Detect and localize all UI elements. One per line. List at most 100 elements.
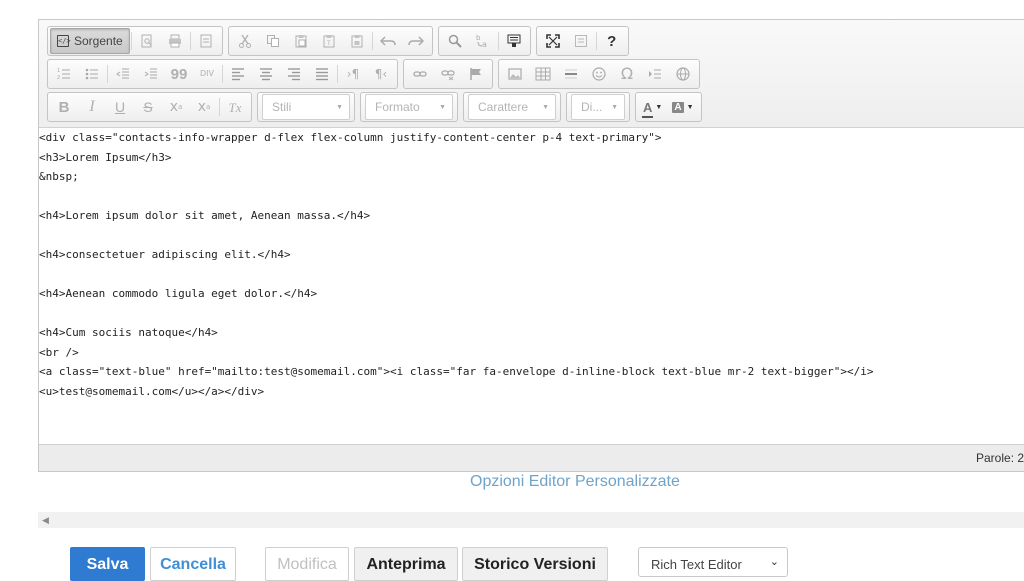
background-color-button[interactable]: A ▼ [667, 94, 698, 120]
subscript-icon[interactable]: xa [162, 94, 190, 120]
cut-icon[interactable] [231, 28, 259, 54]
size-dropdown[interactable]: Di... ▼ [571, 94, 625, 120]
separator [219, 98, 220, 116]
modify-button[interactable]: Modifica [265, 547, 349, 581]
styles-dropdown[interactable]: Stili ▼ [262, 94, 350, 120]
special-char-icon[interactable]: Ω [613, 61, 641, 87]
version-history-button[interactable]: Storico Versioni [462, 547, 608, 581]
superscript-icon[interactable]: xa [190, 94, 218, 120]
copy-icon[interactable] [259, 28, 287, 54]
underline-icon[interactable]: U [106, 94, 134, 120]
chevron-down-icon: ▼ [439, 103, 446, 111]
chevron-down-icon: ▼ [655, 103, 663, 111]
align-left-icon[interactable] [224, 61, 252, 87]
image-icon[interactable] [501, 61, 529, 87]
paste-text-icon[interactable]: T [315, 28, 343, 54]
maximize-icon[interactable] [539, 28, 567, 54]
select-all-icon[interactable] [500, 28, 528, 54]
size-combo-group: Di... ▼ [566, 92, 630, 122]
separator [222, 65, 223, 83]
find-group: ba [437, 26, 531, 56]
justify-icon[interactable] [308, 61, 336, 87]
iframe-globe-icon[interactable] [669, 61, 697, 87]
view-group: ? [535, 26, 629, 56]
numbered-list-icon[interactable]: 12 [50, 61, 78, 87]
chevron-down-icon: ▼ [686, 103, 694, 111]
paste-word-icon[interactable] [343, 28, 371, 54]
colors-group: A ▼ A ▼ [635, 92, 702, 122]
links-group [403, 59, 493, 89]
horizontal-scrollbar[interactable]: ◀ [38, 512, 1024, 528]
separator [107, 65, 108, 83]
save-button[interactable]: Salva [70, 547, 145, 581]
toolbar-row-3: B I U S xa xa Tx Stili ▼ Formato ▼ Carat… [47, 92, 707, 122]
source-icon: </> [57, 35, 71, 47]
remove-format-icon[interactable]: Tx [221, 94, 249, 120]
bulleted-list-icon[interactable] [78, 61, 106, 87]
blockquote-icon[interactable]: 99 [165, 61, 193, 87]
format-dropdown[interactable]: Formato ▼ [365, 94, 453, 120]
format-label: Formato [375, 100, 420, 114]
code-line: <br /> [39, 345, 79, 359]
cancel-button[interactable]: Cancella [150, 547, 236, 581]
page-break-icon[interactable] [641, 61, 669, 87]
clipboard-group: T [227, 26, 433, 56]
redo-icon[interactable] [402, 28, 430, 54]
div-container-icon[interactable]: DIV [193, 61, 221, 87]
code-line: &nbsp; [39, 170, 79, 183]
italic-icon[interactable]: I [78, 94, 106, 120]
editor-type-value: Rich Text Editor [651, 557, 742, 572]
source-button[interactable]: </> Sorgente [50, 28, 130, 54]
rich-text-editor: </> Sorgente T b a ? 1 2 99 DIV ›¶ ¶‹ Ω … [38, 19, 1024, 472]
svg-text:1: 1 [57, 68, 60, 74]
search-icon[interactable] [441, 28, 469, 54]
separator [189, 32, 191, 50]
templates-icon[interactable] [192, 28, 220, 54]
styles-label: Stili [272, 100, 292, 114]
indent-icon[interactable] [137, 61, 165, 87]
preview-button[interactable]: Anteprima [354, 547, 458, 581]
editor-toolbar: </> Sorgente T b a ? 1 2 99 DIV ›¶ ¶‹ Ω … [39, 20, 1024, 128]
document-group: </> Sorgente [47, 26, 223, 56]
ltr-icon[interactable]: ›¶ [339, 61, 367, 87]
paste-icon[interactable] [287, 28, 315, 54]
align-center-icon[interactable] [252, 61, 280, 87]
font-dropdown[interactable]: Carattere ▼ [468, 94, 556, 120]
custom-editor-options-link[interactable]: Opzioni Editor Personalizzate [470, 473, 680, 491]
svg-text:T: T [326, 40, 331, 47]
chevron-down-icon: ▼ [542, 103, 549, 111]
basic-styles-group: B I U S xa xa Tx [47, 92, 252, 122]
background-color-icon: A [672, 101, 684, 113]
font-combo-group: Carattere ▼ [463, 92, 561, 122]
bold-icon[interactable]: B [50, 94, 78, 120]
scroll-left-icon[interactable]: ◀ [42, 515, 49, 526]
code-line: <u>test@somemail.com</u></a></div> [39, 384, 265, 398]
separator [337, 65, 338, 83]
smiley-icon[interactable] [585, 61, 613, 87]
preview-icon[interactable] [133, 28, 161, 54]
toolbar-row-2: 12 99 DIV ›¶ ¶‹ Ω [47, 59, 705, 89]
source-label: Sorgente [74, 34, 123, 48]
table-icon[interactable] [529, 61, 557, 87]
strikethrough-icon[interactable]: S [134, 94, 162, 120]
align-right-icon[interactable] [280, 61, 308, 87]
rtl-icon[interactable]: ¶‹ [367, 61, 395, 87]
text-color-button[interactable]: A ▼ [638, 94, 667, 120]
source-code-area[interactable]: <div class="contacts-info-wrapper d-flex… [39, 128, 1024, 445]
anchor-flag-icon[interactable] [462, 61, 490, 87]
paragraph-group: 12 99 DIV ›¶ ¶‹ [47, 59, 398, 89]
toolbar-row-1: </> Sorgente T b a ? [47, 26, 634, 56]
font-label: Carattere [478, 100, 529, 114]
unlink-icon[interactable] [434, 61, 462, 87]
print-icon[interactable] [161, 28, 189, 54]
show-blocks-icon[interactable] [567, 28, 595, 54]
svg-text:b: b [476, 34, 481, 42]
help-icon[interactable]: ? [598, 28, 626, 54]
styles-combo-group: Stili ▼ [257, 92, 355, 122]
horizontal-line-icon[interactable] [557, 61, 585, 87]
undo-icon[interactable] [374, 28, 402, 54]
replace-icon[interactable]: ba [469, 28, 497, 54]
outdent-icon[interactable] [109, 61, 137, 87]
link-icon[interactable] [406, 61, 434, 87]
code-line: <h3>Lorem Ipsum</h3> [39, 150, 172, 164]
